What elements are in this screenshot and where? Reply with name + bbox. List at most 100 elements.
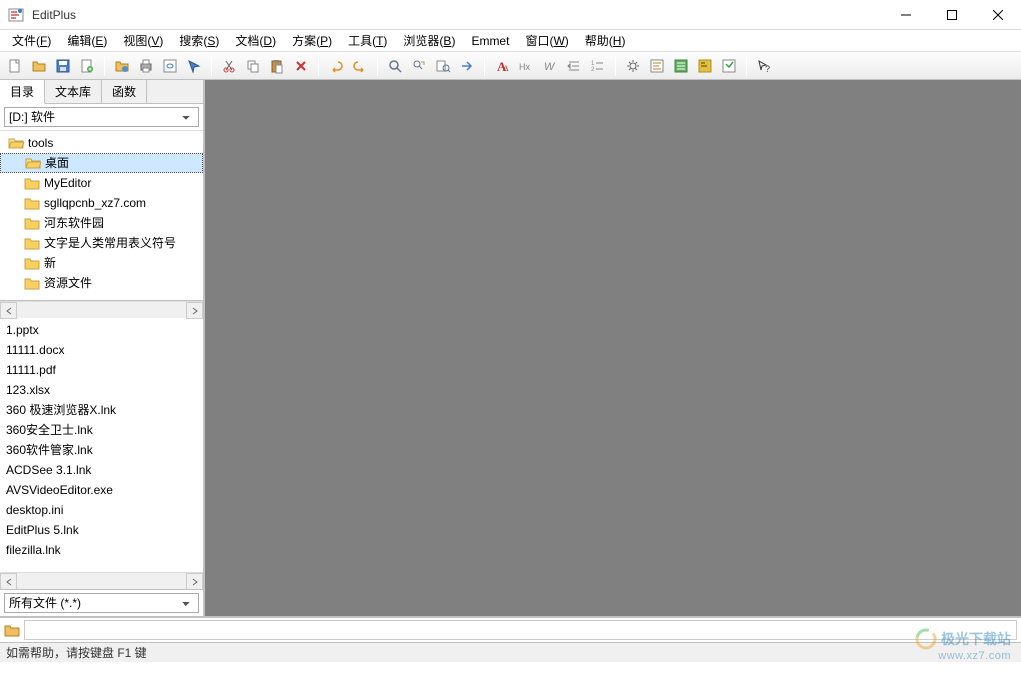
folder-tree[interactable]: tools桌面MyEditor sgllqpcnb_xz7.com 河东软件园文字是… <box>0 131 203 301</box>
file-item[interactable]: 360软件管家.lnk <box>4 440 199 460</box>
menu-D[interactable]: 文档(D) <box>227 30 284 51</box>
menu-F[interactable]: 文件(F) <box>4 30 59 51</box>
folder-item[interactable]: sgllqpcnb_xz7.com <box>0 193 203 213</box>
settings-icon[interactable] <box>622 55 644 77</box>
folder-icon <box>24 256 40 270</box>
file-item[interactable]: EditPlus 5.lnk <box>4 520 199 540</box>
app-title: EditPlus <box>32 8 883 22</box>
file-list-hscroll[interactable] <box>0 572 203 589</box>
svg-text:W: W <box>544 61 556 73</box>
file-item[interactable]: filezilla.lnk <box>4 540 199 560</box>
folder-tree-hscroll[interactable] <box>0 301 203 318</box>
svg-text:Hx: Hx <box>519 62 530 72</box>
sidebar-tab-2[interactable]: 函数 <box>102 80 147 103</box>
file-item[interactable]: 123.xlsx <box>4 380 199 400</box>
folder-label: tools <box>28 134 53 152</box>
document-list-icon[interactable] <box>718 55 740 77</box>
folder-item[interactable]: 文字是人类常用表义符号 <box>0 233 203 253</box>
file-item[interactable]: 1.pptx <box>4 320 199 340</box>
folder-item[interactable]: 桌面 <box>0 153 203 173</box>
folder-label: 新 <box>44 254 56 272</box>
file-item[interactable]: 360 极速浏览器X.lnk <box>4 400 199 420</box>
replace-icon[interactable] <box>408 55 430 77</box>
close-button[interactable] <box>975 0 1021 30</box>
menu-E[interactable]: 编辑(E) <box>59 30 115 51</box>
drive-select[interactable]: [D:] 软件 <box>4 107 199 127</box>
file-item[interactable]: 360安全卫士.lnk <box>4 420 199 440</box>
status-text: 如需帮助，请按键盘 F1 键 <box>6 644 147 661</box>
folder-label: 河东软件园 <box>44 214 104 232</box>
cut-icon[interactable] <box>218 55 240 77</box>
folder-item[interactable]: 资源文件 <box>0 273 203 293</box>
new-html-icon[interactable] <box>76 55 98 77</box>
toolbar: AA Hx W 12 ? <box>0 52 1021 80</box>
file-item[interactable]: ACDSee 3.1.lnk <box>4 460 199 480</box>
svg-text:2: 2 <box>591 67 595 73</box>
svg-text:?: ? <box>765 64 770 74</box>
folder-icon <box>8 136 24 150</box>
undo-icon[interactable] <box>325 55 347 77</box>
menu-V[interactable]: 视图(V) <box>115 30 171 51</box>
preview-icon[interactable] <box>159 55 181 77</box>
cliptext-icon[interactable] <box>646 55 668 77</box>
path-input[interactable] <box>24 620 1017 640</box>
titlebar: EditPlus <box>0 0 1021 30</box>
font-icon[interactable]: AA <box>491 55 513 77</box>
print-icon[interactable] <box>135 55 157 77</box>
open-file-icon[interactable] <box>28 55 50 77</box>
output-icon[interactable] <box>694 55 716 77</box>
browser-icon[interactable] <box>183 55 205 77</box>
file-item[interactable]: 11111.pdf <box>4 360 199 380</box>
path-bar <box>0 616 1021 642</box>
sidebar-tabs: 目录文本库函数 <box>0 80 203 104</box>
folder-label: MyEditor <box>44 174 91 192</box>
folder-item[interactable]: 新 <box>0 253 203 273</box>
folder-item[interactable]: tools <box>0 133 203 153</box>
folder-label: 文字是人类常用表义符号 <box>44 234 176 252</box>
indent-icon[interactable] <box>563 55 585 77</box>
menu-P[interactable]: 方案(P) <box>284 30 340 51</box>
folder-label: sgllqpcnb_xz7.com <box>44 194 146 212</box>
menubar: 文件(F)编辑(E)视图(V)搜索(S)文档(D)方案(P)工具(T)浏览器(B… <box>0 30 1021 52</box>
delete-icon[interactable] <box>290 55 312 77</box>
new-file-icon[interactable] <box>4 55 26 77</box>
folder-item[interactable]: 河东软件园 <box>0 213 203 233</box>
maximize-button[interactable] <box>929 0 975 30</box>
sidebar-tab-1[interactable]: 文本库 <box>45 80 102 103</box>
paste-icon[interactable] <box>266 55 288 77</box>
help-icon[interactable]: ? <box>753 55 775 77</box>
line-number-icon[interactable]: 12 <box>587 55 609 77</box>
find-icon[interactable] <box>384 55 406 77</box>
folder-icon <box>24 176 40 190</box>
open-remote-icon[interactable] <box>111 55 133 77</box>
file-item[interactable]: AVSVideoEditor.exe <box>4 480 199 500</box>
goto-icon[interactable] <box>456 55 478 77</box>
svg-text:A: A <box>503 64 509 73</box>
file-item[interactable]: desktop.ini <box>4 500 199 520</box>
app-icon <box>8 7 24 23</box>
minimize-button[interactable] <box>883 0 929 30</box>
folder-icon <box>24 216 40 230</box>
menu-W[interactable]: 窗口(W) <box>517 30 576 51</box>
directory-icon[interactable] <box>670 55 692 77</box>
editor-area <box>205 80 1021 616</box>
menu-T[interactable]: 工具(T) <box>340 30 395 51</box>
find-in-files-icon[interactable] <box>432 55 454 77</box>
menu-S[interactable]: 搜索(S) <box>171 30 227 51</box>
copy-icon[interactable] <box>242 55 264 77</box>
menu-H[interactable]: 帮助(H) <box>577 30 634 51</box>
folder-label: 资源文件 <box>44 274 92 292</box>
hex-icon[interactable]: Hx <box>515 55 537 77</box>
file-list[interactable]: 1.pptx11111.docx11111.pdf123.xlsx360 极速浏… <box>0 318 203 572</box>
redo-icon[interactable] <box>349 55 371 77</box>
wordwrap-icon[interactable]: W <box>539 55 561 77</box>
file-filter-select[interactable]: 所有文件 (*.*) <box>4 593 199 613</box>
folder-item[interactable]: MyEditor <box>0 173 203 193</box>
menu-Emmet[interactable]: Emmet <box>463 32 517 50</box>
sidebar-tab-0[interactable]: 目录 <box>0 80 45 104</box>
status-bar: 如需帮助，请按键盘 F1 键 <box>0 642 1021 662</box>
menu-B[interactable]: 浏览器(B) <box>395 30 463 51</box>
save-icon[interactable] <box>52 55 74 77</box>
folder-icon <box>24 236 40 250</box>
file-item[interactable]: 11111.docx <box>4 340 199 360</box>
